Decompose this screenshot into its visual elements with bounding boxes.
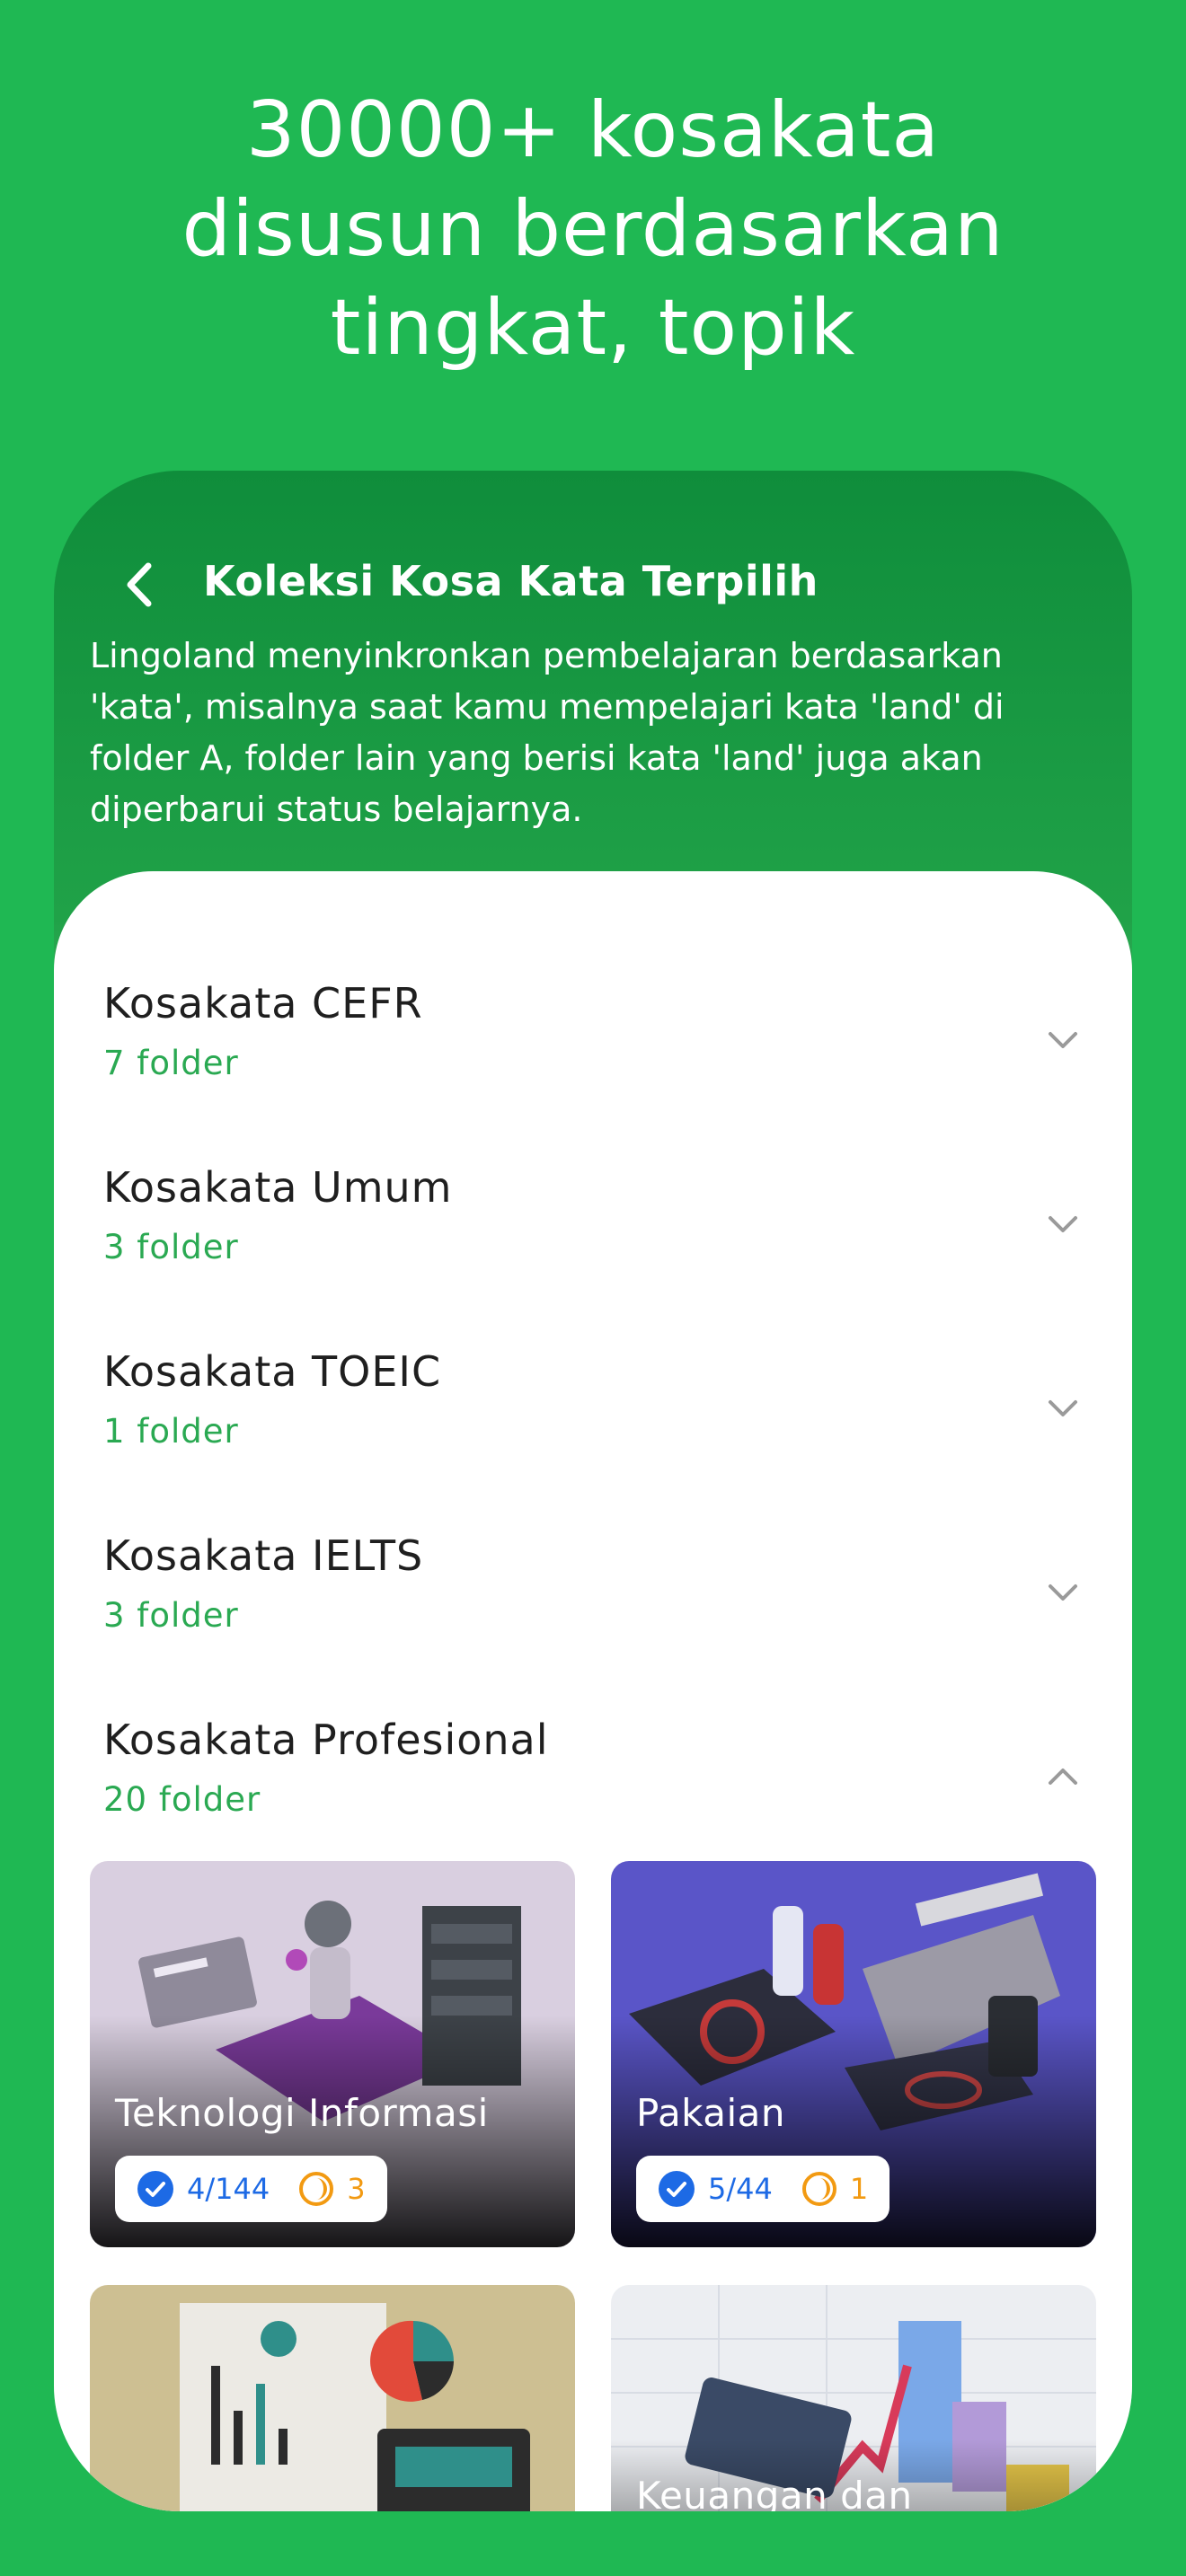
half-moon-progress-icon: [299, 2172, 334, 2206]
back-arrow-icon: [127, 562, 152, 607]
check-circle-icon: [659, 2171, 695, 2207]
analytics-illustration: [90, 2285, 575, 2511]
group-folder-count: 3 folder: [103, 1596, 239, 1635]
headline-line-1: 30000+ kosakata: [245, 85, 941, 175]
folder-tile-pakaian[interactable]: Pakaian 5/44 1: [611, 1861, 1096, 2247]
tile-stats: 5/44 1: [636, 2156, 890, 2222]
tile-title: Keuangan dan: [636, 2474, 913, 2511]
phone-screen: Koleksi Kosa Kata Terpilih Lingoland men…: [54, 471, 1132, 2511]
group-folder-count: 7 folder: [103, 1044, 239, 1082]
tile-title: Pakaian: [636, 2091, 786, 2135]
learned-count: 4/144: [187, 2172, 270, 2206]
group-title: Kosakata Umum: [103, 1163, 453, 1212]
promo-headline: 30000+ kosakata disusun berdasarkan ting…: [0, 81, 1186, 377]
group-title: Kosakata TOEIC: [103, 1347, 442, 1396]
group-umum[interactable]: Kosakata Umum 3 folder: [103, 1163, 1092, 1307]
group-toeic[interactable]: Kosakata TOEIC 1 folder: [103, 1347, 1092, 1491]
check-circle-icon: [137, 2171, 173, 2207]
chevron-down-icon[interactable]: [1045, 1206, 1081, 1242]
chevron-down-icon[interactable]: [1045, 1390, 1081, 1426]
headline-line-3: tingkat, topik: [330, 283, 856, 373]
headline-line-2: disusun berdasarkan: [181, 184, 1005, 274]
tile-stats: 4/144 3: [115, 2156, 387, 2222]
folder-tile-analytics[interactable]: [90, 2285, 575, 2511]
folder-tile-teknologi-informasi[interactable]: Teknologi Informasi 4/144 3: [90, 1861, 575, 2247]
group-folder-count: 1 folder: [103, 1412, 239, 1451]
chevron-down-icon[interactable]: [1045, 1022, 1081, 1058]
folder-tile-keuangan[interactable]: Keuangan dan: [611, 2285, 1096, 2511]
chevron-up-icon[interactable]: [1045, 1759, 1081, 1795]
sync-description: Lingoland menyinkronkan pembelajaran ber…: [90, 636, 1005, 829]
group-title: Kosakata CEFR: [103, 979, 423, 1028]
in-progress-count: 1: [849, 2172, 869, 2206]
group-title: Kosakata IELTS: [103, 1531, 424, 1580]
group-cefr[interactable]: Kosakata CEFR 7 folder: [103, 979, 1092, 1123]
collections-panel: Kosakata CEFR 7 folder Kosakata Umum 3 f…: [54, 871, 1132, 2511]
group-folder-count: 20 folder: [103, 1780, 261, 1819]
group-folder-count: 3 folder: [103, 1228, 239, 1266]
group-title: Kosakata Profesional: [103, 1716, 549, 1764]
tile-title: Teknologi Informasi: [115, 2091, 489, 2135]
group-ielts[interactable]: Kosakata IELTS 3 folder: [103, 1531, 1092, 1675]
group-profesional[interactable]: Kosakata Profesional 20 folder: [103, 1716, 1092, 1859]
half-moon-progress-icon: [801, 2172, 836, 2206]
chevron-down-icon[interactable]: [1045, 1575, 1081, 1610]
back-button[interactable]: [108, 553, 171, 616]
learned-count: 5/44: [708, 2172, 773, 2206]
in-progress-count: 3: [347, 2172, 366, 2206]
page-title: Koleksi Kosa Kata Terpilih: [203, 557, 819, 605]
